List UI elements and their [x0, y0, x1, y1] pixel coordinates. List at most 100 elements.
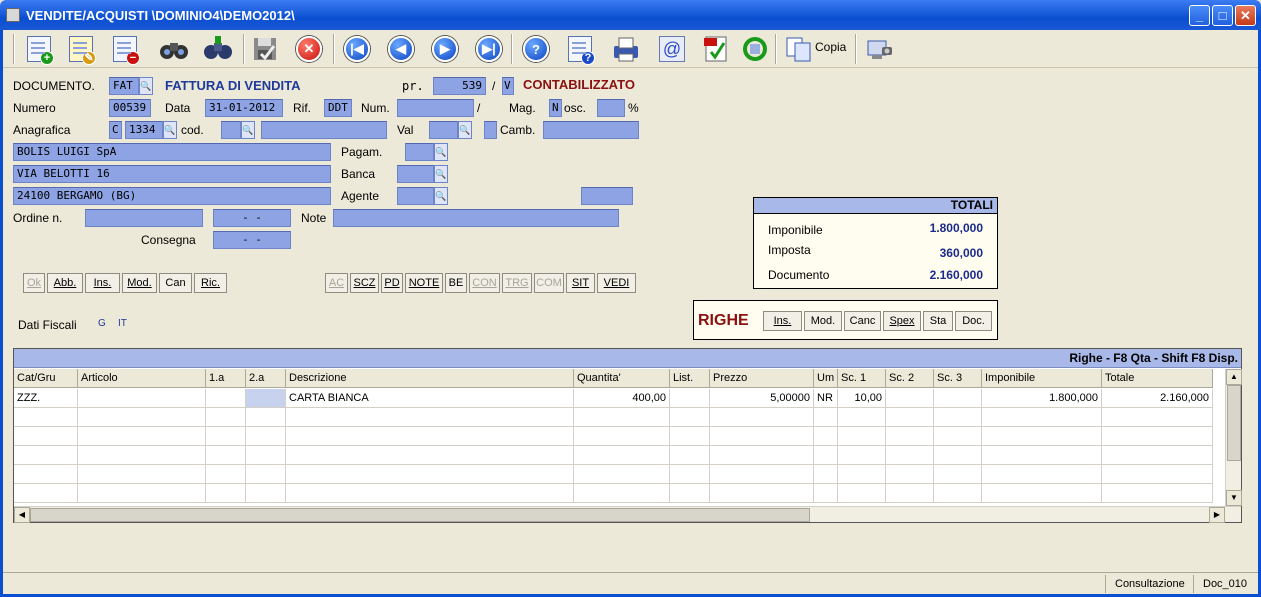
column-header-list[interactable]: List. [670, 369, 710, 388]
grid-cell[interactable] [886, 408, 934, 427]
grid-cell[interactable] [710, 446, 814, 465]
edit-document-icon[interactable]: ✎ [65, 33, 97, 65]
grid-cell[interactable] [1102, 446, 1213, 465]
grid-cell[interactable] [286, 465, 574, 484]
grid-cell[interactable] [206, 408, 246, 427]
grid-cell[interactable] [814, 427, 838, 446]
mag-field[interactable]: N [549, 99, 562, 117]
grid-cell[interactable] [814, 484, 838, 503]
grid-cell[interactable] [670, 484, 710, 503]
agente-extra-field[interactable] [581, 187, 633, 205]
numero-field[interactable]: 00539 [109, 99, 151, 117]
agente-field[interactable] [397, 187, 434, 205]
grid-cell[interactable] [814, 408, 838, 427]
documento-search-icon[interactable]: 🔍 [139, 77, 153, 95]
grid-cell[interactable] [206, 427, 246, 446]
be-button[interactable]: BE [445, 273, 467, 293]
righe-doc-button[interactable]: Doc. [955, 311, 992, 331]
grid-cell[interactable] [710, 465, 814, 484]
grid-cell[interactable] [814, 446, 838, 465]
grid-cell[interactable] [982, 465, 1102, 484]
righe-spex-button[interactable]: Spex [883, 311, 921, 331]
document-help-icon[interactable]: ? [564, 33, 596, 65]
pagam-search-icon[interactable]: 🔍 [434, 143, 448, 161]
cod-field[interactable] [221, 121, 241, 139]
grid-cell[interactable] [14, 427, 78, 446]
copy-icon[interactable] [783, 33, 815, 65]
previous-record-icon[interactable]: ◀ [385, 33, 417, 65]
ric-button[interactable]: Ric. [194, 273, 227, 293]
rif-field[interactable]: DDT [324, 99, 352, 117]
com-button[interactable]: COM [534, 273, 564, 293]
trg-button[interactable]: TRG [502, 273, 532, 293]
grid-cell[interactable] [1102, 408, 1213, 427]
abb-button[interactable]: Abb. [47, 273, 83, 293]
grid-cell[interactable]: 10,00 [838, 389, 886, 408]
grid-cell[interactable]: CARTA BIANCA [286, 389, 574, 408]
mod-button[interactable]: Mod. [122, 273, 157, 293]
pr-suffix-field[interactable]: V [502, 77, 514, 95]
grid-cell[interactable] [934, 446, 982, 465]
print-icon[interactable] [610, 33, 642, 65]
pr-field[interactable]: 539 [433, 77, 486, 95]
grid-cell[interactable] [934, 484, 982, 503]
search-binoculars-icon[interactable] [158, 33, 190, 65]
cancel-icon[interactable]: ✕ [293, 33, 325, 65]
grid-cell[interactable] [934, 427, 982, 446]
grid-cell[interactable] [206, 484, 246, 503]
sit-button[interactable]: SIT [566, 273, 595, 293]
grid-cell[interactable] [14, 484, 78, 503]
maximize-button[interactable]: □ [1212, 5, 1233, 26]
new-document-icon[interactable]: + [23, 33, 55, 65]
grid-cell[interactable] [246, 446, 286, 465]
grid-cell[interactable] [78, 446, 206, 465]
column-header-articolo[interactable]: Articolo [78, 369, 206, 388]
app-icon[interactable] [6, 8, 20, 22]
grid-cell[interactable] [886, 484, 934, 503]
pdf-icon[interactable] [700, 33, 732, 65]
cod-description-field[interactable] [261, 121, 387, 139]
can-button[interactable]: Can [159, 273, 192, 293]
grid-cell[interactable] [838, 484, 886, 503]
grid-cell[interactable] [934, 408, 982, 427]
grid-cell[interactable] [78, 389, 206, 408]
last-record-icon[interactable]: ▶| [473, 33, 505, 65]
grid-cell[interactable] [78, 427, 206, 446]
num-field[interactable] [397, 99, 474, 117]
horizontal-scroll-thumb[interactable] [30, 508, 810, 522]
val-flag-field[interactable] [484, 121, 497, 139]
anagrafica-code-field[interactable]: 1334 [125, 121, 163, 139]
indirizzo-field[interactable]: VIA BELOTTI 16 [13, 165, 331, 183]
ragione-sociale-field[interactable]: BOLIS LUIGI SpA [13, 143, 331, 161]
grid-cell[interactable] [838, 465, 886, 484]
grid-cell[interactable] [574, 427, 670, 446]
scroll-right-icon[interactable]: ▶ [1209, 507, 1225, 523]
grid-cell[interactable] [286, 427, 574, 446]
grid-cell[interactable]: 1.800,000 [982, 389, 1102, 408]
vertical-scroll-thumb[interactable] [1227, 385, 1241, 461]
minimize-button[interactable]: _ [1189, 5, 1210, 26]
anagrafica-search-icon[interactable]: 🔍 [163, 121, 177, 139]
grid-cell[interactable] [286, 408, 574, 427]
osc-field[interactable] [597, 99, 625, 117]
grid-cell[interactable] [206, 465, 246, 484]
ac-button[interactable]: AC [325, 273, 348, 293]
column-header-2-a[interactable]: 2.a [246, 369, 286, 388]
grid-cell[interactable] [982, 408, 1102, 427]
grid-cell[interactable] [982, 427, 1102, 446]
righe-ins-button[interactable]: Ins. [763, 311, 802, 331]
grid-cell[interactable] [246, 484, 286, 503]
horizontal-scrollbar[interactable]: ◀ ▶ [14, 506, 1241, 523]
grid-cell[interactable] [78, 408, 206, 427]
val-search-icon[interactable]: 🔍 [458, 121, 472, 139]
ok-button[interactable]: Ok [23, 273, 45, 293]
banca-field[interactable] [397, 165, 434, 183]
cod-search-icon[interactable]: 🔍 [241, 121, 255, 139]
banca-search-icon[interactable]: 🔍 [434, 165, 448, 183]
grid-cell[interactable] [246, 427, 286, 446]
pagam-field[interactable] [405, 143, 434, 161]
scroll-left-icon[interactable]: ◀ [14, 507, 30, 523]
grid-cell[interactable] [670, 446, 710, 465]
grid-cell[interactable] [246, 408, 286, 427]
grid-cell[interactable] [934, 465, 982, 484]
